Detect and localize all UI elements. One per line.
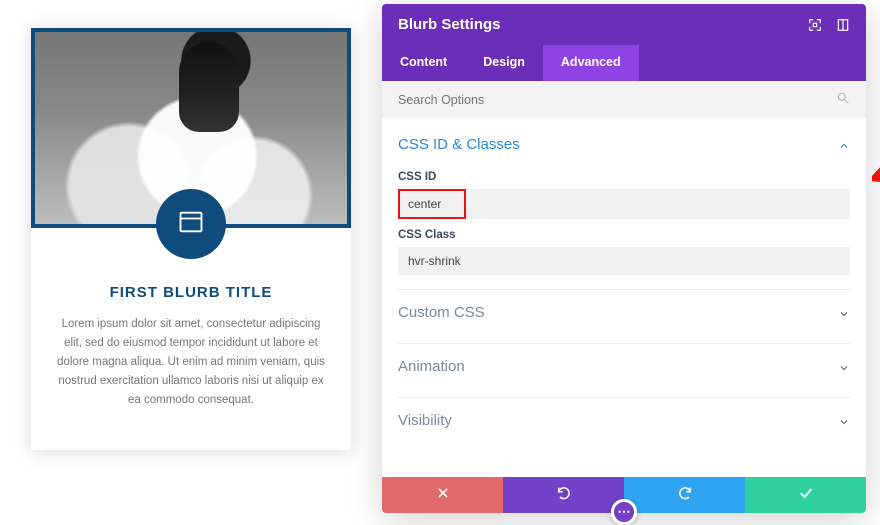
css-id-highlight: [398, 189, 466, 219]
search-icon[interactable]: [836, 91, 850, 108]
tab-content[interactable]: Content: [382, 45, 465, 81]
chevron-down-icon: [838, 415, 850, 427]
preview-area: FIRST BLURB TITLE Lorem ipsum dolor sit …: [0, 0, 382, 507]
section-title-customcss: Custom CSS: [398, 304, 485, 321]
section-title-visibility: Visibility: [398, 412, 452, 429]
css-id-input[interactable]: [400, 193, 464, 215]
panel-header: Blurb Settings: [382, 4, 866, 45]
check-icon: [798, 485, 814, 506]
redo-button[interactable]: [624, 477, 745, 513]
annotation-arrow: [872, 150, 880, 186]
section-css-id-classes[interactable]: CSS ID & Classes: [398, 122, 850, 161]
window-icon: [177, 208, 205, 241]
blurb-body: FIRST BLURB TITLE Lorem ipsum dolor sit …: [31, 228, 351, 450]
label-css-class: CSS Class: [398, 229, 850, 241]
chevron-down-icon: [838, 361, 850, 373]
tab-advanced[interactable]: Advanced: [543, 45, 639, 81]
css-class-input[interactable]: [398, 247, 850, 275]
css-id-input-remainder[interactable]: [466, 190, 850, 218]
ellipsis-icon: ⋯: [618, 504, 631, 520]
label-css-id: CSS ID: [398, 171, 850, 183]
save-button[interactable]: [745, 477, 866, 513]
tab-design[interactable]: Design: [465, 45, 543, 81]
blurb-image-frame: [31, 28, 351, 228]
panel-title: Blurb Settings: [398, 16, 501, 33]
blurb-title: FIRST BLURB TITLE: [53, 284, 329, 301]
discard-button[interactable]: [382, 477, 503, 513]
blurb-icon-circle: [156, 189, 226, 259]
search-row: [382, 81, 866, 118]
section-animation[interactable]: Animation: [398, 344, 850, 383]
blurb-module[interactable]: FIRST BLURB TITLE Lorem ipsum dolor sit …: [31, 28, 351, 450]
section-custom-css[interactable]: Custom CSS: [398, 290, 850, 329]
more-options-fab[interactable]: ⋯: [611, 499, 637, 525]
settings-panel: Blurb Settings Content Design Advanced: [382, 4, 866, 513]
snap-column-icon[interactable]: [836, 18, 850, 32]
undo-icon: [556, 485, 572, 506]
settings-tabs: Content Design Advanced: [382, 45, 866, 81]
section-visibility[interactable]: Visibility: [398, 398, 850, 437]
expand-icon[interactable]: [808, 18, 822, 32]
redo-icon: [677, 485, 693, 506]
undo-button[interactable]: [503, 477, 624, 513]
chevron-up-icon: [838, 139, 850, 151]
section-title-animation: Animation: [398, 358, 465, 375]
close-icon: [436, 486, 450, 505]
section-title-css: CSS ID & Classes: [398, 136, 520, 153]
chevron-down-icon: [838, 307, 850, 319]
search-input[interactable]: [398, 93, 805, 107]
blurb-text: Lorem ipsum dolor sit amet, consectetur …: [53, 315, 329, 410]
